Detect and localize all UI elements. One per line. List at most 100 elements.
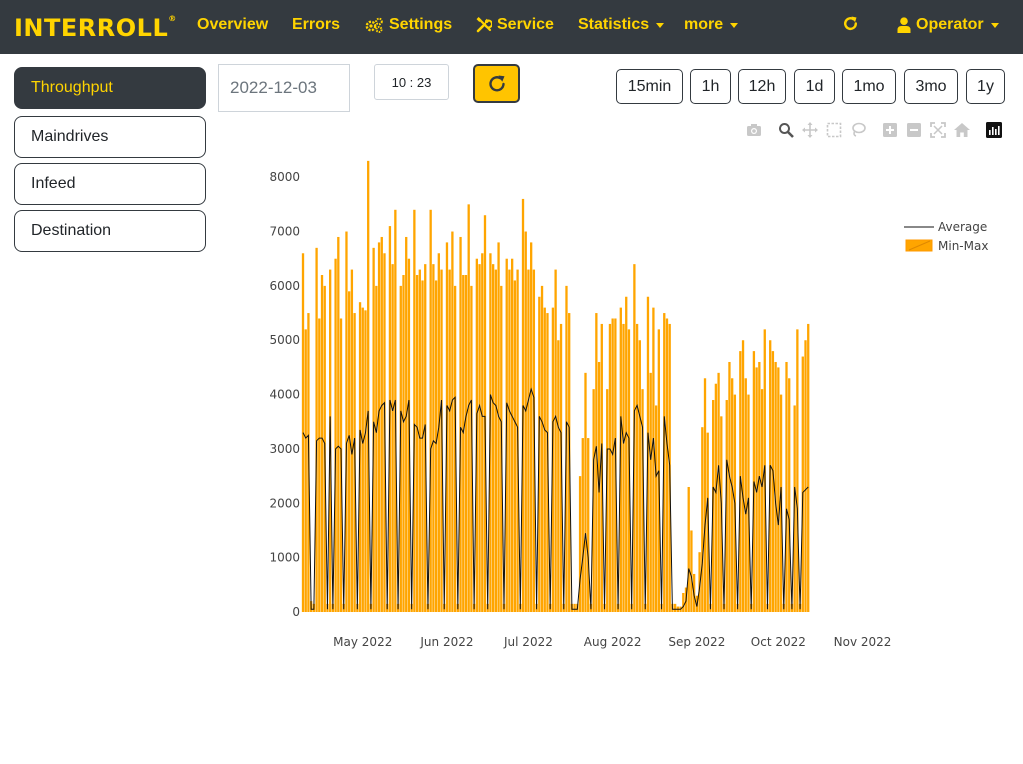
range-label: 1h xyxy=(701,77,720,95)
min-max-bar xyxy=(481,253,484,612)
zoom-out-icon[interactable] xyxy=(905,121,923,139)
min-max-bar xyxy=(337,236,340,612)
min-max-bar xyxy=(540,285,544,612)
min-max-bar xyxy=(703,378,707,612)
min-max-bar xyxy=(334,258,337,612)
nav-operator-dropdown[interactable]: Operator xyxy=(897,16,999,34)
range-1d-button[interactable]: 1d xyxy=(794,69,835,104)
box-select-icon[interactable] xyxy=(825,121,843,139)
interroll-logo[interactable]: INTERROLL® xyxy=(14,14,177,42)
zoom-icon[interactable] xyxy=(777,121,795,139)
time-input[interactable]: 10 : 23 xyxy=(374,64,449,100)
min-max-bar xyxy=(451,231,454,612)
zoom-in-icon[interactable] xyxy=(881,121,899,139)
min-max-bar xyxy=(508,269,511,612)
tools-icon xyxy=(476,17,492,33)
nav-service-label: Service xyxy=(497,16,554,33)
min-max-bar xyxy=(584,372,587,612)
min-max-bar xyxy=(649,372,652,612)
min-max-bar xyxy=(511,258,514,612)
min-max-bar xyxy=(717,372,720,612)
range-3mo-button[interactable]: 3mo xyxy=(904,69,958,104)
range-1h-button[interactable]: 1h xyxy=(690,69,731,104)
nav-settings[interactable]: Settings xyxy=(364,16,452,34)
min-max-bar xyxy=(758,361,761,612)
nav-overview-label: Overview xyxy=(197,16,269,33)
cogs-icon xyxy=(365,17,383,33)
min-max-bar xyxy=(320,275,324,612)
nav-statistics-dropdown[interactable]: Statistics xyxy=(578,16,665,34)
nav-service[interactable]: Service xyxy=(476,16,554,34)
plotly-logo-icon[interactable] xyxy=(985,121,1003,139)
min-max-bar xyxy=(361,307,364,612)
lasso-select-icon[interactable] xyxy=(849,121,867,139)
min-max-bar xyxy=(377,242,381,612)
min-max-bar xyxy=(690,530,693,612)
nav-errors-label: Errors xyxy=(292,16,341,33)
min-max-bar xyxy=(807,323,810,612)
range-15min-button[interactable]: 15min xyxy=(616,69,683,104)
min-max-bar xyxy=(801,356,804,612)
range-12h-button[interactable]: 12h xyxy=(738,69,786,104)
min-max-bar xyxy=(557,340,560,612)
min-max-bar xyxy=(608,323,612,612)
pan-icon[interactable] xyxy=(801,121,819,139)
autoscale-icon[interactable] xyxy=(929,121,947,139)
min-max-bar xyxy=(760,389,764,612)
sidebar-item-infeed[interactable]: Infeed xyxy=(14,163,206,205)
y-tick-label: 8000 xyxy=(269,170,300,184)
nav-errors[interactable]: Errors xyxy=(292,16,340,34)
min-max-bar xyxy=(744,378,747,612)
sidebar-item-maindrives[interactable]: Maindrives xyxy=(14,116,206,158)
min-max-bar xyxy=(375,285,378,612)
min-max-bar xyxy=(497,242,500,612)
x-tick-label: May 2022 xyxy=(333,635,392,649)
x-tick-label: Aug 2022 xyxy=(584,635,642,649)
redo-icon xyxy=(844,16,858,30)
min-max-bar xyxy=(638,340,641,612)
min-max-bar xyxy=(318,318,321,612)
min-max-bar xyxy=(622,323,625,612)
y-axis-ticks: 0 1000 2000 3000 4000 5000 6000 7000 8000 xyxy=(269,170,300,619)
min-max-bar xyxy=(581,438,584,612)
sync-icon xyxy=(488,75,505,91)
min-max-bar xyxy=(448,269,451,612)
min-max-bar xyxy=(714,383,718,612)
range-1mo-button[interactable]: 1mo xyxy=(842,69,896,104)
date-input[interactable]: 2022-12-03 xyxy=(218,64,350,112)
min-max-bar xyxy=(483,215,487,612)
min-max-bar xyxy=(491,264,495,612)
min-max-bar xyxy=(654,405,658,612)
min-max-bar xyxy=(380,236,383,612)
min-max-bar xyxy=(391,264,394,612)
min-max-bar xyxy=(785,361,788,612)
legend-average-label: Average xyxy=(938,220,987,234)
range-label: 1mo xyxy=(853,77,885,95)
min-max-bar xyxy=(421,280,424,612)
min-max-bar xyxy=(402,275,405,612)
caret-down-icon xyxy=(730,22,739,28)
brand-registered-mark: ® xyxy=(168,14,177,23)
camera-icon[interactable] xyxy=(745,121,763,139)
reset-axes-icon[interactable] xyxy=(953,121,971,139)
nav-settings-label: Settings xyxy=(389,16,453,33)
reload-page-button[interactable] xyxy=(842,15,859,32)
nav-overview[interactable]: Overview xyxy=(197,16,268,34)
throughput-chart[interactable]: 0 1000 2000 3000 4000 5000 6000 7000 8000 May 20… xyxy=(218,140,1008,670)
sidebar-item-destination[interactable]: Destination xyxy=(14,210,206,252)
top-navbar: INTERROLL® Overview Errors Settings Serv… xyxy=(0,0,1023,54)
min-max-bar xyxy=(345,231,348,612)
min-max-bar xyxy=(611,318,614,612)
range-1y-button[interactable]: 1y xyxy=(966,69,1005,104)
nav-more-dropdown[interactable]: more xyxy=(684,16,739,34)
min-max-bar xyxy=(774,361,777,612)
refresh-chart-button[interactable] xyxy=(473,64,520,103)
nav-more-label: more xyxy=(684,16,724,33)
min-max-bar xyxy=(665,318,669,612)
date-value: 2022-12-03 xyxy=(230,78,317,97)
x-axis-ticks: May 2022 Jun 2022 Jul 2022 Aug 2022 Sep 2022… xyxy=(333,635,891,649)
min-max-bar xyxy=(728,361,731,612)
legend-min-max-label: Min-Max xyxy=(938,239,988,253)
sidebar-item-throughput[interactable]: Throughput xyxy=(14,67,206,109)
chart-legend: Average Min-Max xyxy=(904,220,988,253)
